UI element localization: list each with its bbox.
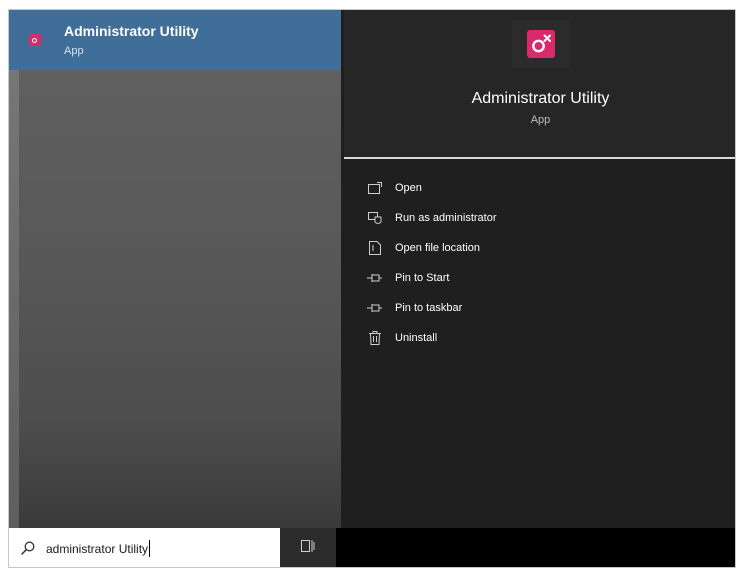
admin-utility-app-icon bbox=[512, 20, 570, 68]
details-pane: Administrator Utility App Open Run as ad… bbox=[344, 10, 735, 528]
pin-icon bbox=[367, 300, 383, 316]
run-as-admin-icon bbox=[367, 210, 383, 226]
action-label: Pin to Start bbox=[395, 272, 450, 284]
details-type: App bbox=[530, 114, 551, 126]
action-open-file-location[interactable]: Open file location bbox=[367, 233, 707, 263]
task-view-button[interactable] bbox=[280, 528, 336, 567]
pin-icon bbox=[367, 270, 383, 286]
action-label: Open bbox=[395, 182, 422, 194]
details-divider bbox=[344, 157, 735, 159]
details-title: Administrator Utility bbox=[471, 90, 610, 107]
start-search-window: Administrator Utility App Administrator … bbox=[8, 9, 736, 568]
taskbar bbox=[336, 528, 735, 567]
task-view-icon bbox=[301, 539, 315, 558]
result-title: Administrator Utility bbox=[64, 23, 199, 39]
action-label: Run as administrator bbox=[395, 212, 497, 224]
admin-utility-app-icon bbox=[29, 34, 41, 46]
left-edge-strip bbox=[9, 10, 19, 528]
action-uninstall[interactable]: Uninstall bbox=[367, 323, 707, 353]
action-label: Pin to taskbar bbox=[395, 302, 463, 314]
search-icon bbox=[21, 541, 35, 560]
action-pin-to-start[interactable]: Pin to Start bbox=[367, 263, 707, 293]
search-input[interactable]: administrator Utility bbox=[46, 542, 148, 556]
trash-icon bbox=[367, 330, 383, 346]
result-type: App bbox=[64, 45, 84, 57]
search-box[interactable]: administrator Utility bbox=[9, 528, 280, 567]
action-label: Uninstall bbox=[395, 332, 438, 344]
results-pane bbox=[19, 10, 341, 528]
action-open[interactable]: Open bbox=[367, 173, 707, 203]
text-caret bbox=[149, 540, 150, 557]
open-icon bbox=[367, 180, 383, 196]
best-match-result[interactable]: Administrator Utility App bbox=[9, 10, 341, 70]
action-label: Open file location bbox=[395, 242, 480, 254]
actions-list: Open Run as administrator Open file loca… bbox=[367, 173, 707, 353]
file-location-icon bbox=[367, 240, 383, 256]
action-pin-to-taskbar[interactable]: Pin to taskbar bbox=[367, 293, 707, 323]
action-run-as-administrator[interactable]: Run as administrator bbox=[367, 203, 707, 233]
details-header: Administrator Utility App bbox=[344, 10, 735, 157]
